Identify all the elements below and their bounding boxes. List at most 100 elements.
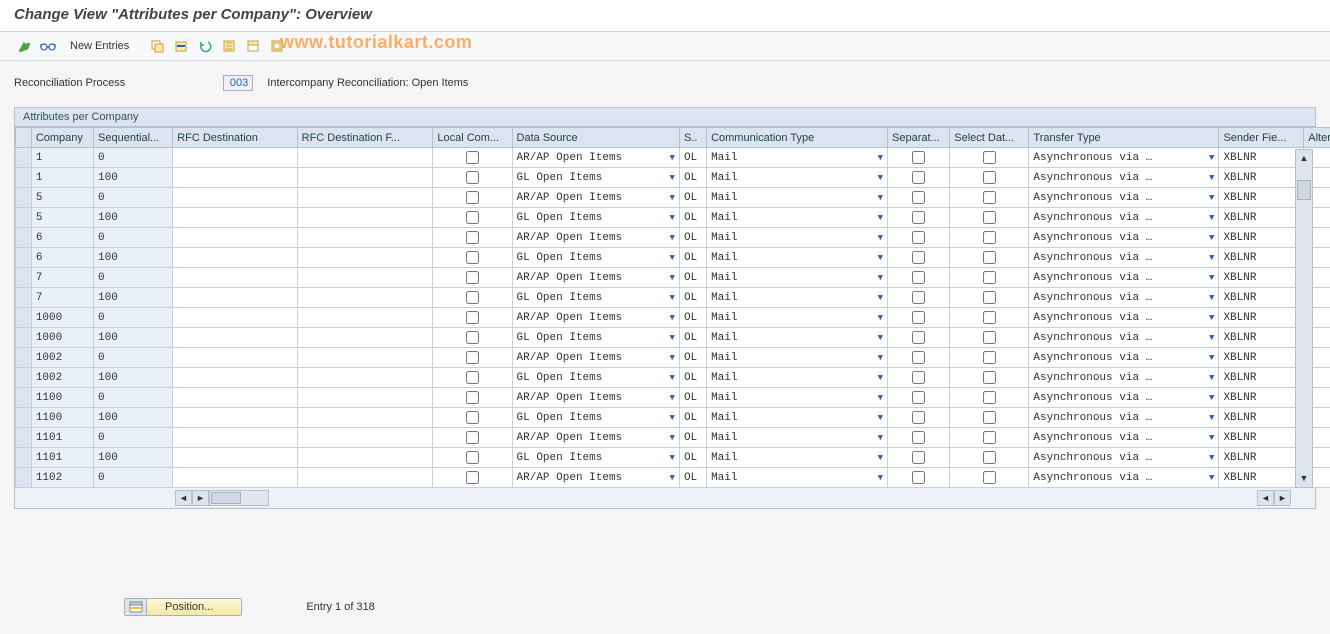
chevron-down-icon[interactable]: ▼ xyxy=(1209,353,1214,363)
cell-company[interactable]: 1100 xyxy=(31,408,93,428)
row-selector[interactable] xyxy=(16,388,32,408)
cell-separ[interactable] xyxy=(888,188,950,208)
cell-datasrc[interactable]: AR/AP Open Items▼ xyxy=(512,308,679,328)
local-checkbox[interactable] xyxy=(466,431,479,444)
hscroll-right2-icon[interactable]: ► xyxy=(1274,490,1291,506)
cell-trans[interactable]: Asynchronous via …▼ xyxy=(1029,148,1219,168)
chevron-down-icon[interactable]: ▼ xyxy=(1209,253,1214,263)
row-selector[interactable] xyxy=(16,468,32,488)
row-selector[interactable] xyxy=(16,228,32,248)
cell-comm[interactable]: Mail▼ xyxy=(707,288,888,308)
cell-s[interactable]: OL xyxy=(679,208,706,228)
cell-comm[interactable]: Mail▼ xyxy=(707,248,888,268)
cell-s[interactable]: OL xyxy=(679,268,706,288)
cell-seldat[interactable] xyxy=(950,408,1029,428)
delete-icon[interactable] xyxy=(171,36,191,56)
cell-s[interactable]: OL xyxy=(679,308,706,328)
separ-checkbox[interactable] xyxy=(912,151,925,164)
chevron-down-icon[interactable]: ▼ xyxy=(878,453,883,463)
separ-checkbox[interactable] xyxy=(912,351,925,364)
local-checkbox[interactable] xyxy=(466,391,479,404)
cell-rfcdestf[interactable] xyxy=(297,388,433,408)
copy-icon[interactable] xyxy=(147,36,167,56)
hscroll-right-icon[interactable]: ► xyxy=(192,490,209,506)
col-selector[interactable] xyxy=(16,128,32,148)
chevron-down-icon[interactable]: ▼ xyxy=(878,153,883,163)
chevron-down-icon[interactable]: ▼ xyxy=(878,213,883,223)
local-checkbox[interactable] xyxy=(466,171,479,184)
chevron-down-icon[interactable]: ▼ xyxy=(670,173,675,183)
row-selector[interactable] xyxy=(16,428,32,448)
cell-sender[interactable]: XBLNR xyxy=(1219,348,1304,368)
cell-seldat[interactable] xyxy=(950,288,1029,308)
cell-s[interactable]: OL xyxy=(679,248,706,268)
row-selector[interactable] xyxy=(16,188,32,208)
cell-s[interactable]: OL xyxy=(679,468,706,488)
cell-company[interactable]: 1102 xyxy=(31,468,93,488)
cell-trans[interactable]: Asynchronous via …▼ xyxy=(1029,168,1219,188)
cell-seldat[interactable] xyxy=(950,188,1029,208)
cell-seldat[interactable] xyxy=(950,268,1029,288)
col-local[interactable]: Local Com... xyxy=(433,128,512,148)
chevron-down-icon[interactable]: ▼ xyxy=(1209,293,1214,303)
chevron-down-icon[interactable]: ▼ xyxy=(670,213,675,223)
separ-checkbox[interactable] xyxy=(912,191,925,204)
cell-local[interactable] xyxy=(433,348,512,368)
row-selector[interactable] xyxy=(16,348,32,368)
cell-seq[interactable]: 0 xyxy=(94,348,173,368)
cell-comm[interactable]: Mail▼ xyxy=(707,328,888,348)
cell-rfcdestf[interactable] xyxy=(297,268,433,288)
col-datasrc[interactable]: Data Source xyxy=(512,128,679,148)
cell-datasrc[interactable]: AR/AP Open Items▼ xyxy=(512,348,679,368)
separ-checkbox[interactable] xyxy=(912,231,925,244)
cell-datasrc[interactable]: GL Open Items▼ xyxy=(512,248,679,268)
cell-seq[interactable]: 0 xyxy=(94,468,173,488)
cell-separ[interactable] xyxy=(888,368,950,388)
cell-local[interactable] xyxy=(433,308,512,328)
cell-company[interactable]: 1000 xyxy=(31,328,93,348)
chevron-down-icon[interactable]: ▼ xyxy=(670,373,675,383)
chevron-down-icon[interactable]: ▼ xyxy=(878,253,883,263)
cell-seq[interactable]: 0 xyxy=(94,188,173,208)
local-checkbox[interactable] xyxy=(466,151,479,164)
cell-seq[interactable]: 0 xyxy=(94,308,173,328)
chevron-down-icon[interactable]: ▼ xyxy=(1209,333,1214,343)
table-row[interactable]: 11020AR/AP Open Items▼OLMail▼Asynchronou… xyxy=(16,468,1330,488)
cell-comm[interactable]: Mail▼ xyxy=(707,468,888,488)
cell-rfcdest[interactable] xyxy=(173,288,297,308)
cell-trans[interactable]: Asynchronous via …▼ xyxy=(1029,428,1219,448)
cell-seq[interactable]: 0 xyxy=(94,268,173,288)
separ-checkbox[interactable] xyxy=(912,371,925,384)
deselect-all-icon[interactable] xyxy=(267,36,287,56)
cell-seq[interactable]: 0 xyxy=(94,428,173,448)
row-selector[interactable] xyxy=(16,328,32,348)
local-checkbox[interactable] xyxy=(466,451,479,464)
seldat-checkbox[interactable] xyxy=(983,171,996,184)
cell-rfcdestf[interactable] xyxy=(297,308,433,328)
col-alt[interactable]: Alternativ... xyxy=(1304,128,1330,148)
cell-trans[interactable]: Asynchronous via …▼ xyxy=(1029,188,1219,208)
chevron-down-icon[interactable]: ▼ xyxy=(1209,393,1214,403)
cell-comm[interactable]: Mail▼ xyxy=(707,188,888,208)
col-separ[interactable]: Separat... xyxy=(888,128,950,148)
cell-separ[interactable] xyxy=(888,408,950,428)
seldat-checkbox[interactable] xyxy=(983,351,996,364)
cell-company[interactable]: 7 xyxy=(31,268,93,288)
table-row[interactable]: 10AR/AP Open Items▼OLMail▼Asynchronous v… xyxy=(16,148,1330,168)
local-checkbox[interactable] xyxy=(466,191,479,204)
row-selector[interactable] xyxy=(16,288,32,308)
local-checkbox[interactable] xyxy=(466,291,479,304)
cell-seldat[interactable] xyxy=(950,168,1029,188)
cell-local[interactable] xyxy=(433,408,512,428)
chevron-down-icon[interactable]: ▼ xyxy=(670,233,675,243)
cell-seq[interactable]: 100 xyxy=(94,208,173,228)
cell-sender[interactable]: XBLNR xyxy=(1219,388,1304,408)
row-selector[interactable] xyxy=(16,268,32,288)
cell-datasrc[interactable]: AR/AP Open Items▼ xyxy=(512,428,679,448)
cell-trans[interactable]: Asynchronous via …▼ xyxy=(1029,308,1219,328)
cell-local[interactable] xyxy=(433,388,512,408)
chevron-down-icon[interactable]: ▼ xyxy=(878,173,883,183)
col-rfcdest[interactable]: RFC Destination xyxy=(173,128,297,148)
cell-seq[interactable]: 0 xyxy=(94,228,173,248)
cell-company[interactable]: 1000 xyxy=(31,308,93,328)
